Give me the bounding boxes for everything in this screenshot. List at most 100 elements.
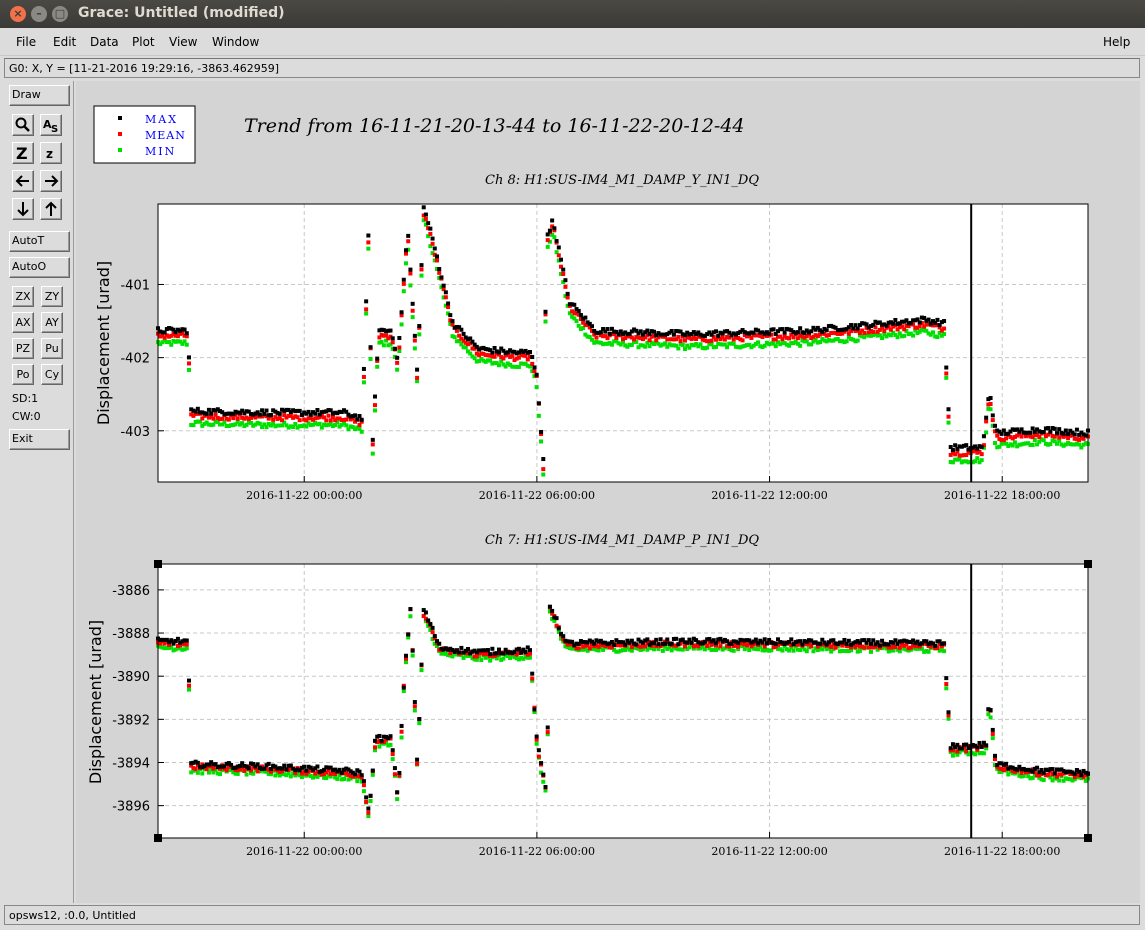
data-point [689,640,694,645]
data-point [399,310,404,315]
data-point [556,245,561,250]
data-point [545,730,550,735]
data-point [364,307,369,312]
pop-button[interactable]: Po [12,364,34,385]
data-point [417,717,422,722]
data-point [1057,778,1062,783]
data-point [782,330,787,335]
data-point [357,769,362,774]
data-point [545,725,550,730]
data-point [678,339,683,344]
data-point [789,637,794,642]
close-icon[interactable]: × [10,6,26,22]
data-point [880,336,885,341]
data-point [663,641,668,646]
data-point [187,683,191,688]
data-point [1055,431,1059,436]
menu-help[interactable]: Help [1103,35,1130,49]
data-point [370,451,375,456]
menu-plot[interactable]: Plot [132,35,155,49]
zoom-out-button[interactable]: z [40,142,62,164]
menu-data[interactable]: Data [90,35,119,49]
data-point [448,313,453,318]
plot-canvas[interactable]: MAX MEAN MIN Trend from 16-11-21-20-13-4… [76,81,1140,903]
data-point [946,407,951,412]
data-point [410,648,415,653]
data-point [654,637,659,642]
autoscale-button[interactable]: AS [40,114,62,136]
menu-file[interactable]: File [16,35,36,49]
data-point [485,647,490,652]
zoom-y-button[interactable]: ZY [41,286,63,307]
data-point [718,644,723,649]
data-point [206,407,211,412]
data-point [534,734,539,739]
data-point [993,441,997,446]
scroll-left-button[interactable] [12,170,34,192]
data-point [798,639,803,644]
data-point [459,327,464,332]
data-point [195,770,200,775]
data-point [428,231,433,236]
data-point [395,797,400,802]
data-point [262,766,267,771]
data-point [645,637,650,642]
zoom-button[interactable] [12,114,34,136]
draw-button[interactable]: Draw [9,85,70,106]
data-point [392,346,397,351]
data-point [366,233,371,238]
data-point [361,779,366,784]
autoscale-y-button[interactable]: AY [41,312,63,333]
data-point [554,238,559,243]
data-point [417,324,422,329]
data-point [561,267,566,272]
data-point [373,738,377,743]
data-point [891,321,896,326]
autoscale-x-button[interactable]: AX [12,312,34,333]
data-point [855,338,860,343]
data-point [804,649,809,654]
data-point [871,638,876,643]
data-point [990,731,995,736]
data-point [193,766,198,771]
scroll-up-button[interactable] [40,198,62,220]
data-point [366,806,371,811]
menu-edit[interactable]: Edit [53,35,76,49]
data-point [897,645,902,650]
data-point [324,418,329,423]
autoticks-button[interactable]: AutoT [9,231,70,252]
data-point [705,345,710,350]
exit-button[interactable]: Exit [9,429,70,450]
maximize-icon[interactable]: □ [52,6,68,22]
zoom-x-button[interactable]: ZX [12,286,34,307]
data-point [979,452,984,457]
minimize-icon[interactable]: – [31,6,47,22]
data-point [187,355,191,360]
data-point [501,651,506,656]
data-point [647,344,652,349]
data-point [293,422,298,427]
push-button[interactable]: Pu [41,338,63,359]
push-zoom-button[interactable]: PZ [12,338,34,359]
data-point [705,643,710,648]
data-point [532,707,537,712]
data-point [516,365,521,370]
scroll-down-button[interactable] [12,198,34,220]
cycle-button[interactable]: Cy [41,364,63,385]
scroll-right-button[interactable] [40,170,62,192]
data-point [855,326,860,331]
menu-view[interactable]: View [169,35,197,49]
data-point [404,248,408,253]
zoom-in-button[interactable]: Z [12,142,34,164]
data-point [539,439,544,444]
data-point [388,328,393,333]
data-point [412,700,417,705]
data-point [990,418,995,423]
data-point [432,246,437,251]
data-point [565,295,570,300]
data-point [862,645,867,650]
data-point [944,371,949,376]
data-point [423,610,428,615]
menu-window[interactable]: Window [212,35,259,49]
autoscale-on-button[interactable]: AutoO [9,257,70,278]
